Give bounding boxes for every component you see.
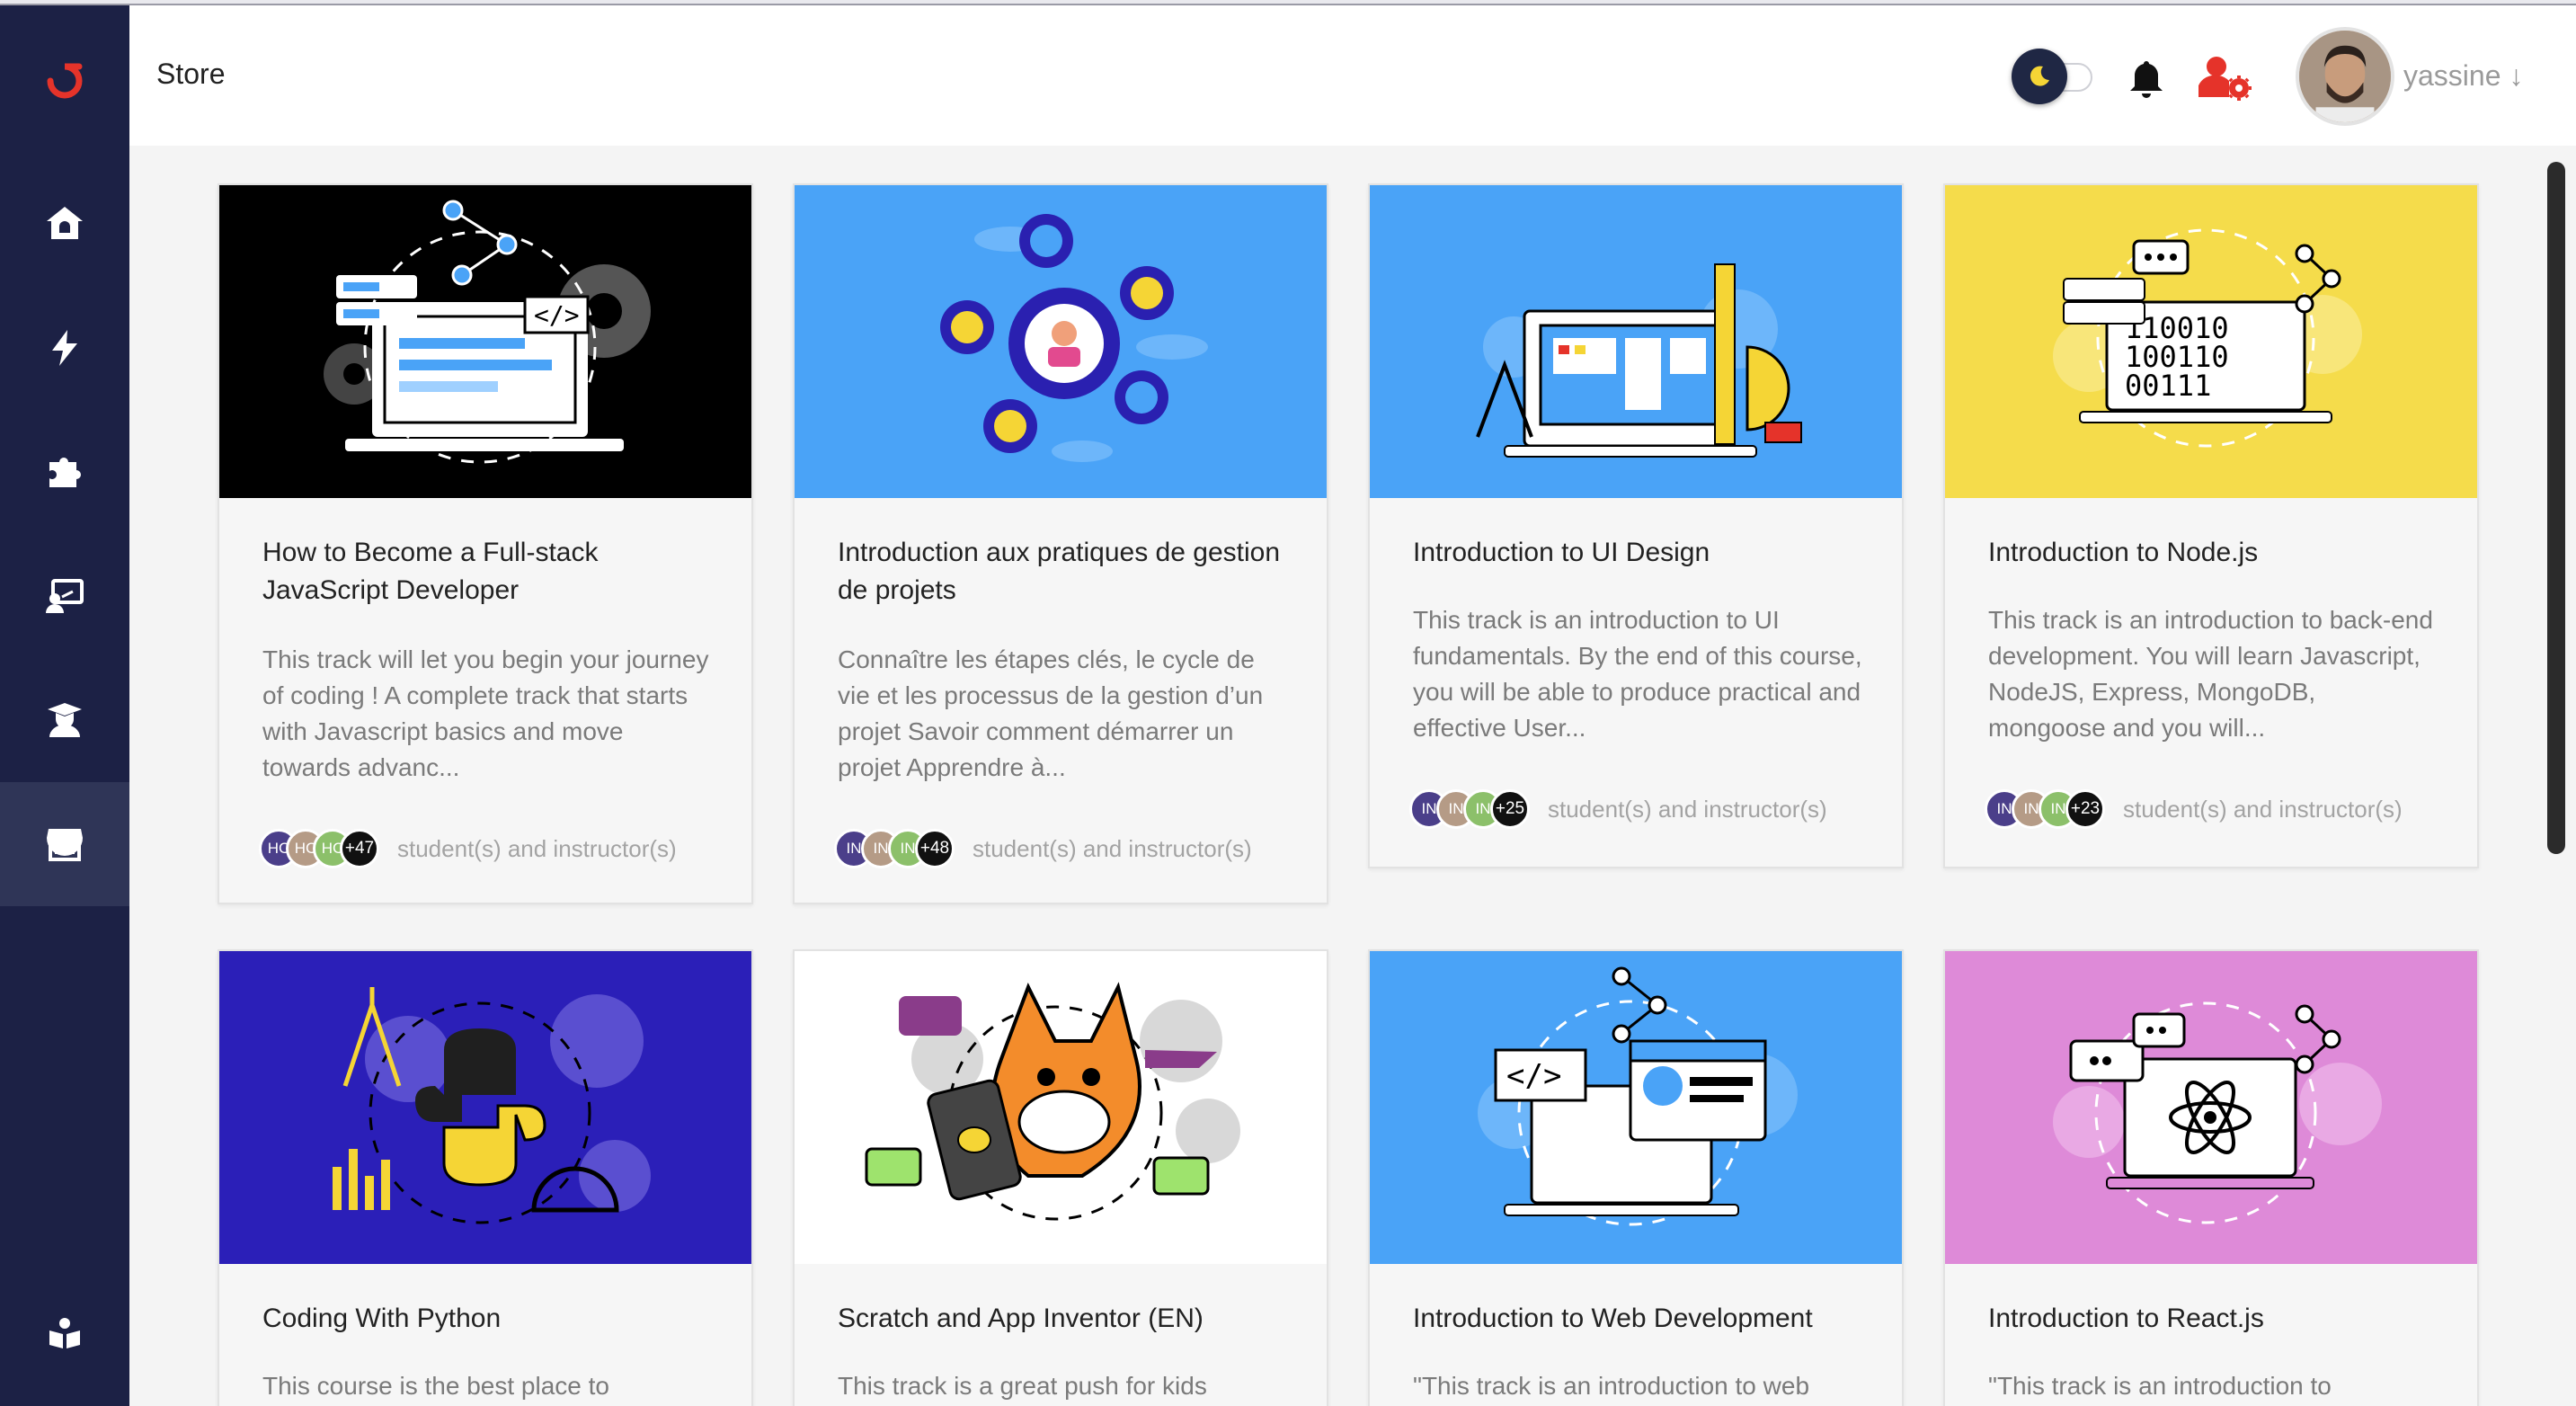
course-card[interactable]: </> How to Become a Full-stack JavaScrip…	[218, 183, 753, 904]
course-title: Coding With Python	[262, 1304, 502, 1333]
member-count-badge: +25	[1490, 789, 1530, 829]
course-card[interactable]: Coding With Python This course is the be…	[218, 949, 753, 1406]
course-members: HC HC HC +47 student(s) and instructor(s…	[259, 829, 677, 868]
member-count-badge: +47	[340, 829, 379, 868]
course-title: Introduction to UI Design	[1413, 538, 1710, 567]
course-card[interactable]: Introduction aux pratiques de gestion de…	[793, 183, 1328, 904]
username-dropdown[interactable]: yassine ↓	[2403, 59, 2523, 93]
course-title: How to Become a Full-stack JavaScript De…	[262, 538, 599, 605]
course-description: This track is an introduction to back-en…	[1988, 606, 2433, 742]
instructor-icon	[46, 579, 84, 613]
course-title: Introduction to Web Development	[1413, 1304, 1813, 1333]
svg-text:</>: </>	[534, 300, 580, 330]
course-thumbnail: </>	[219, 185, 751, 498]
page-title: Store	[156, 58, 226, 90]
sidebar-item-support[interactable]	[0, 1271, 129, 1395]
course-title: Introduction to Node.js	[1988, 538, 2259, 567]
course-thumbnail	[219, 951, 751, 1264]
scrollbar-thumb[interactable]	[2547, 162, 2565, 854]
course-thumbnail	[795, 951, 1327, 1264]
course-description: Connaître les étapes clés, le cycle de v…	[838, 645, 1264, 781]
bolt-icon	[52, 330, 77, 366]
member-count-badge: +23	[2065, 789, 2105, 829]
course-title: Introduction to React.js	[1988, 1304, 2264, 1333]
course-description: This track is an introduction to UI fund…	[1413, 606, 1862, 742]
graduate-icon	[48, 703, 82, 737]
course-description: This track will let you begin your journ…	[262, 645, 709, 781]
course-members: IN IN IN +23 student(s) and instructor(s…	[1985, 789, 2403, 829]
course-card[interactable]: Introduction to UI Design This track is …	[1368, 183, 1904, 868]
member-count-badge: +48	[915, 829, 955, 868]
sidebar-item-store[interactable]	[0, 782, 129, 906]
store-icon	[47, 829, 83, 861]
course-title: Introduction aux pratiques de gestion de…	[838, 538, 1280, 605]
store-content: </> How to Become a Full-stack JavaScrip…	[129, 146, 2576, 1406]
svg-text:</>: </>	[1506, 1058, 1561, 1094]
dark-mode-toggle[interactable]	[2012, 49, 2098, 104]
home-icon	[47, 207, 83, 239]
course-thumbnail	[1945, 951, 2477, 1264]
puzzle-icon	[49, 458, 81, 487]
course-description: This track is a great push for kids	[838, 1372, 1207, 1400]
course-description: "This track is an introduction to	[1988, 1372, 2332, 1400]
sidebar	[0, 5, 129, 1406]
user-settings-icon[interactable]	[2197, 54, 2252, 102]
course-card[interactable]: Scratch and App Inventor (EN) This track…	[793, 949, 1328, 1406]
course-description: "This track is an introduction to web	[1413, 1372, 1810, 1400]
user-avatar[interactable]	[2296, 27, 2394, 126]
course-thumbnail	[795, 185, 1327, 498]
sidebar-item-graduate[interactable]	[0, 658, 129, 782]
members-label: student(s) and instructor(s)	[973, 834, 1252, 862]
brand-logo-icon[interactable]	[40, 56, 90, 106]
course-description: This course is the best place to	[262, 1372, 609, 1400]
chevron-down-icon: ↓	[2509, 59, 2524, 92]
course-thumbnail: 110010 100110 00111	[1945, 185, 2477, 498]
bell-icon[interactable]	[2127, 58, 2166, 101]
members-label: student(s) and instructor(s)	[2123, 795, 2403, 823]
sidebar-item-instructor[interactable]	[0, 534, 129, 658]
members-label: student(s) and instructor(s)	[397, 834, 677, 862]
course-card[interactable]: </> Introduction to Web Development "Thi…	[1368, 949, 1904, 1406]
top-header: Store yassine ↓	[129, 5, 2576, 146]
svg-text:00111: 00111	[2125, 369, 2211, 403]
username-label: yassine	[2403, 59, 2501, 92]
course-members: IN IN IN +25 student(s) and instructor(s…	[1409, 789, 1827, 829]
sidebar-item-home[interactable]	[0, 162, 129, 286]
moon-icon	[2012, 49, 2067, 104]
course-card[interactable]: Introduction to React.js "This track is …	[1943, 949, 2479, 1406]
sidebar-item-puzzles[interactable]	[0, 410, 129, 534]
course-thumbnail: </>	[1370, 951, 1902, 1264]
course-thumbnail	[1370, 185, 1902, 498]
course-title: Scratch and App Inventor (EN)	[838, 1304, 1204, 1333]
support-icon	[49, 1318, 80, 1348]
sidebar-item-activity[interactable]	[0, 286, 129, 410]
members-label: student(s) and instructor(s)	[1548, 795, 1827, 823]
course-card[interactable]: 110010 100110 00111 Introduction to Node…	[1943, 183, 2479, 868]
course-members: IN IN IN +48 student(s) and instructor(s…	[834, 829, 1252, 868]
